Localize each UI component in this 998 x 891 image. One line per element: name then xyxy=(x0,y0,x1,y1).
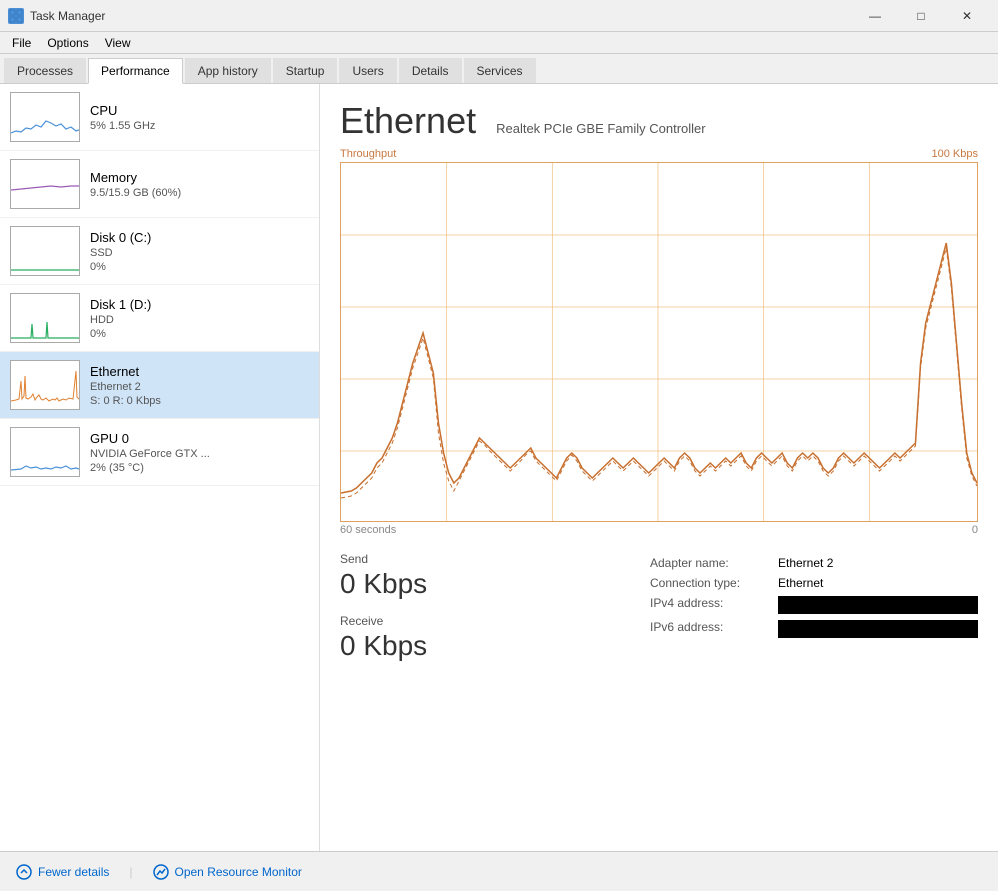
tab-processes[interactable]: Processes xyxy=(4,58,86,83)
disk0-thumb xyxy=(10,226,80,276)
memory-stats: 9.5/15.9 GB (60%) xyxy=(90,187,309,199)
ipv6-value xyxy=(778,620,978,638)
tab-services[interactable]: Services xyxy=(464,58,536,83)
bottom-bar: Fewer details | Open Resource Monitor xyxy=(0,851,998,891)
main-content: CPU 5% 1.55 GHz Memory 9.5/15.9 GB (60%) xyxy=(0,84,998,851)
sidebar-item-disk0[interactable]: Disk 0 (C:) SSD 0% xyxy=(0,218,319,285)
connection-type-row: Connection type: Ethernet xyxy=(650,576,978,590)
fewer-details-label: Fewer details xyxy=(38,865,109,879)
disk1-type: HDD xyxy=(90,314,309,326)
ipv4-value xyxy=(778,596,978,614)
window-title: Task Manager xyxy=(30,9,105,23)
sidebar-item-disk1[interactable]: Disk 1 (D:) HDD 0% xyxy=(0,285,319,352)
adapter-name-row: Adapter name: Ethernet 2 xyxy=(650,556,978,570)
fewer-details-icon xyxy=(16,864,32,880)
menu-view[interactable]: View xyxy=(97,34,139,52)
tab-startup[interactable]: Startup xyxy=(273,58,338,83)
receive-label: Receive xyxy=(340,614,610,628)
disk0-info: Disk 0 (C:) SSD 0% xyxy=(90,230,309,273)
disk1-label: Disk 1 (D:) xyxy=(90,297,309,312)
ethernet-adapter: Ethernet 2 xyxy=(90,381,309,393)
sidebar-item-ethernet[interactable]: Ethernet Ethernet 2 S: 0 R: 0 Kbps xyxy=(0,352,319,419)
send-label: Send xyxy=(340,552,610,566)
window-controls: — □ ✕ xyxy=(852,0,990,32)
gpu-label: GPU 0 xyxy=(90,431,309,446)
sidebar-item-cpu[interactable]: CPU 5% 1.55 GHz xyxy=(0,84,319,151)
ethernet-stats: S: 0 R: 0 Kbps xyxy=(90,395,309,407)
disk0-type: SSD xyxy=(90,247,309,259)
chart-box xyxy=(340,162,978,522)
right-panel: Ethernet Realtek PCIe GBE Family Control… xyxy=(320,84,998,851)
throughput-label: Throughput xyxy=(340,148,396,160)
sidebar-item-memory[interactable]: Memory 9.5/15.9 GB (60%) xyxy=(0,151,319,218)
panel-title: Ethernet xyxy=(340,100,476,142)
max-label: 100 Kbps xyxy=(932,148,978,160)
minimize-button[interactable]: — xyxy=(852,0,898,32)
close-button[interactable]: ✕ xyxy=(944,0,990,32)
stat-col-left: Send 0 Kbps Receive 0 Kbps xyxy=(340,552,610,676)
memory-thumb xyxy=(10,159,80,209)
chart-labels-top: Throughput 100 Kbps xyxy=(340,148,978,160)
tab-app-history[interactable]: App history xyxy=(185,58,271,83)
stats-grid: Send 0 Kbps Receive 0 Kbps Adapter name:… xyxy=(340,552,978,676)
cpu-label: CPU xyxy=(90,103,309,118)
ipv6-row: IPv6 address: xyxy=(650,620,978,638)
connection-type-label: Connection type: xyxy=(650,576,770,590)
cpu-info: CPU 5% 1.55 GHz xyxy=(90,103,309,132)
gpu-name: NVIDIA GeForce GTX ... xyxy=(90,448,309,460)
tab-details[interactable]: Details xyxy=(399,58,462,83)
tab-users[interactable]: Users xyxy=(339,58,396,83)
cpu-thumb xyxy=(10,92,80,142)
memory-label: Memory xyxy=(90,170,309,185)
sidebar-item-gpu[interactable]: GPU 0 NVIDIA GeForce GTX ... 2% (35 °C) xyxy=(0,419,319,486)
ipv4-label: IPv4 address: xyxy=(650,596,770,614)
receive-stat: Receive 0 Kbps xyxy=(340,614,610,662)
zero-label: 0 xyxy=(972,524,978,536)
send-stat: Send 0 Kbps xyxy=(340,552,610,600)
disk1-info: Disk 1 (D:) HDD 0% xyxy=(90,297,309,340)
menu-file[interactable]: File xyxy=(4,34,39,52)
adapter-name-label: Adapter name: xyxy=(650,556,770,570)
tabs-bar: Processes Performance App history Startu… xyxy=(0,54,998,84)
ethernet-info: Ethernet Ethernet 2 S: 0 R: 0 Kbps xyxy=(90,364,309,407)
ethernet-label: Ethernet xyxy=(90,364,309,379)
maximize-button[interactable]: □ xyxy=(898,0,944,32)
connection-type-value: Ethernet xyxy=(778,576,823,590)
ipv6-label: IPv6 address: xyxy=(650,620,770,638)
menu-bar: File Options View xyxy=(0,32,998,54)
gpu-thumb xyxy=(10,427,80,477)
title-bar: Task Manager — □ ✕ xyxy=(0,0,998,32)
send-value: 0 Kbps xyxy=(340,568,610,600)
fewer-details-button[interactable]: Fewer details xyxy=(16,864,109,880)
disk0-label: Disk 0 (C:) xyxy=(90,230,309,245)
open-resource-monitor-button[interactable]: Open Resource Monitor xyxy=(153,864,302,880)
panel-subtitle: Realtek PCIe GBE Family Controller xyxy=(496,121,706,136)
gpu-stats: 2% (35 °C) xyxy=(90,462,309,474)
title-bar-left: Task Manager xyxy=(8,8,105,24)
panel-header: Ethernet Realtek PCIe GBE Family Control… xyxy=(340,100,978,142)
open-resource-monitor-label: Open Resource Monitor xyxy=(175,865,302,879)
disk1-thumb xyxy=(10,293,80,343)
resource-monitor-icon xyxy=(153,864,169,880)
gpu-info: GPU 0 NVIDIA GeForce GTX ... 2% (35 °C) xyxy=(90,431,309,474)
time-label: 60 seconds xyxy=(340,524,396,536)
menu-options[interactable]: Options xyxy=(39,34,96,52)
bottom-divider: | xyxy=(129,865,132,879)
disk1-stats: 0% xyxy=(90,328,309,340)
sidebar: CPU 5% 1.55 GHz Memory 9.5/15.9 GB (60%) xyxy=(0,84,320,851)
app-icon xyxy=(8,8,24,24)
ipv4-row: IPv4 address: xyxy=(650,596,978,614)
chart-labels-bottom: 60 seconds 0 xyxy=(340,524,978,536)
info-grid: Adapter name: Ethernet 2 Connection type… xyxy=(650,552,978,676)
ethernet-thumb xyxy=(10,360,80,410)
cpu-stats: 5% 1.55 GHz xyxy=(90,120,309,132)
adapter-name-value: Ethernet 2 xyxy=(778,556,833,570)
disk0-stats: 0% xyxy=(90,261,309,273)
tab-performance[interactable]: Performance xyxy=(88,58,183,84)
receive-value: 0 Kbps xyxy=(340,630,610,662)
memory-info: Memory 9.5/15.9 GB (60%) xyxy=(90,170,309,199)
chart-container: Throughput 100 Kbps xyxy=(340,148,978,536)
